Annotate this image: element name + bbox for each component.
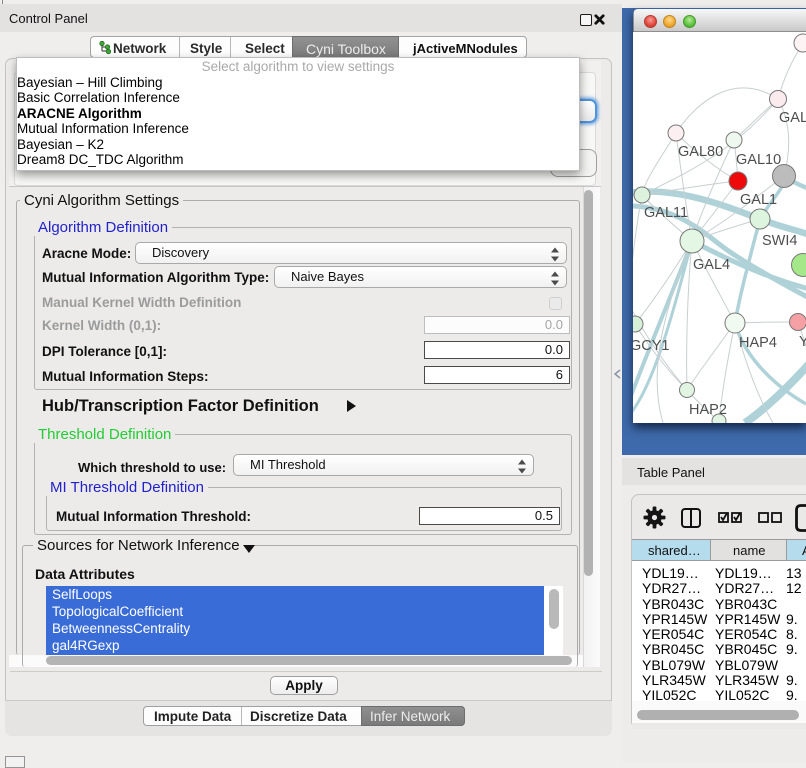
svg-text:SWI4: SWI4 <box>762 233 797 249</box>
svg-text:GAL: GAL <box>779 110 806 126</box>
svg-text:GAL10: GAL10 <box>736 152 781 168</box>
svg-text:GAL1: GAL1 <box>740 192 777 208</box>
svg-text:GCY1: GCY1 <box>633 338 670 354</box>
svg-text:GAL4: GAL4 <box>693 257 730 273</box>
svg-text:GAL11: GAL11 <box>644 205 688 221</box>
svg-text:Y: Y <box>799 334 806 350</box>
svg-text:HAP2: HAP2 <box>689 402 727 418</box>
svg-text:GAL80: GAL80 <box>678 144 723 160</box>
svg-text:HAP4: HAP4 <box>739 335 777 351</box>
